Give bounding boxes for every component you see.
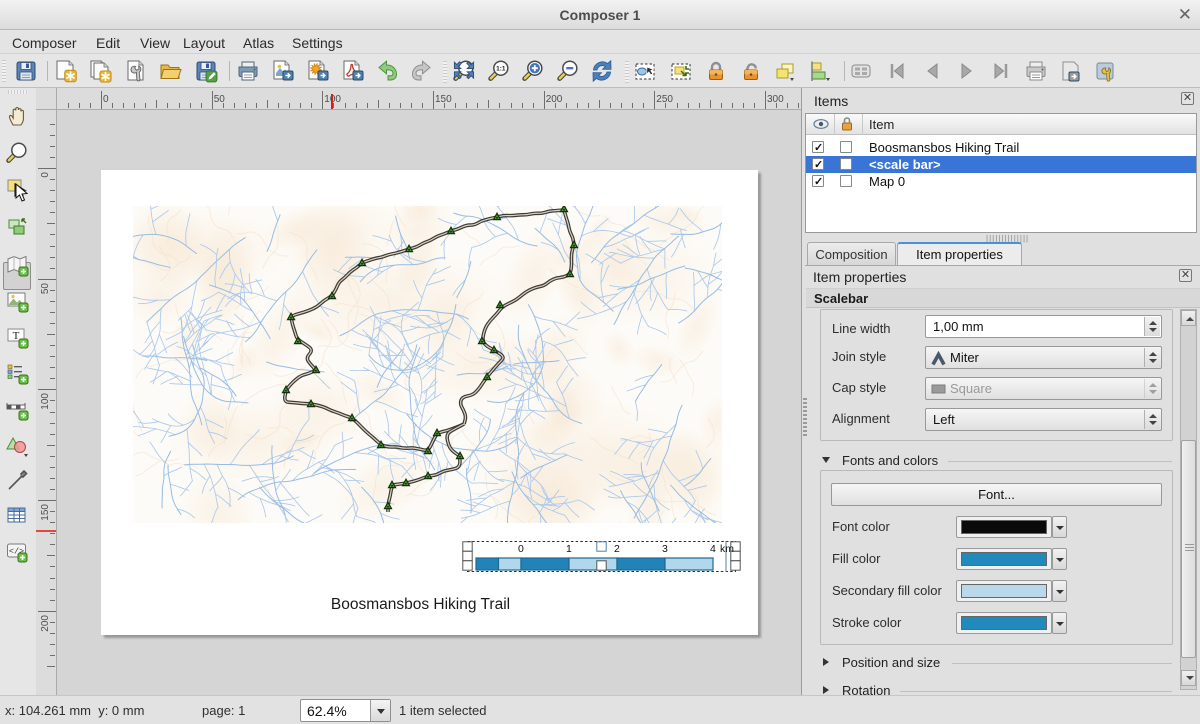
svg-text:1:1: 1:1 <box>496 66 506 73</box>
